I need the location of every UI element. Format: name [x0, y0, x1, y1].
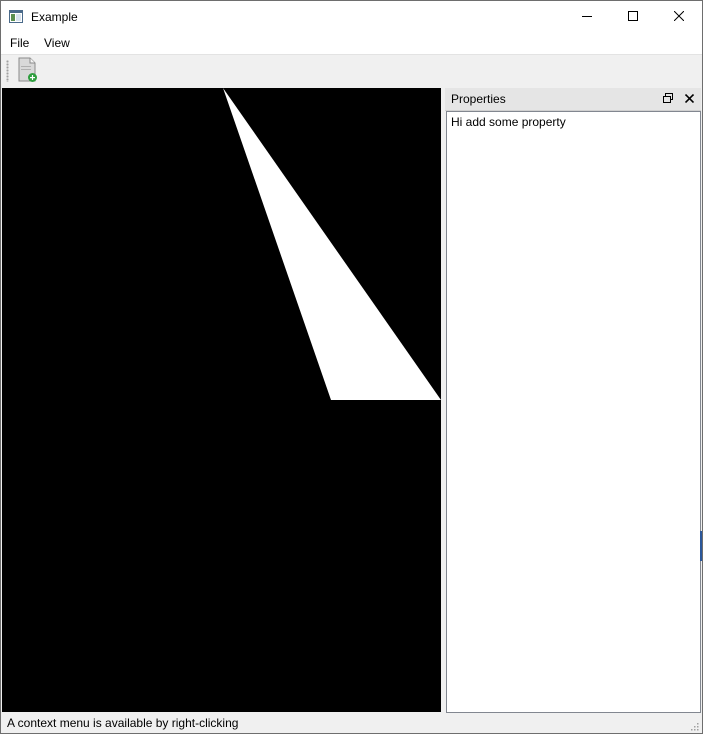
maximize-icon	[628, 10, 638, 24]
dock-title: Properties	[451, 92, 506, 106]
menu-bar: File View	[1, 33, 702, 54]
properties-text: Hi add some property	[451, 115, 566, 129]
drawing-canvas[interactable]	[2, 88, 441, 712]
title-bar[interactable]: Example	[1, 1, 702, 33]
app-window-icon	[9, 10, 23, 23]
window-edge-highlight	[700, 531, 702, 561]
status-bar: A context menu is available by right-cli…	[1, 713, 702, 733]
minimize-button[interactable]	[564, 1, 610, 33]
minimize-icon	[582, 10, 592, 24]
close-icon	[673, 10, 685, 24]
dock-float-button[interactable]	[661, 92, 675, 106]
menu-file[interactable]: File	[8, 36, 31, 50]
maximize-button[interactable]	[610, 1, 656, 33]
white-triangle-shape	[223, 88, 441, 400]
float-icon	[663, 92, 673, 106]
main-window: Example File View Properties Hi add some…	[0, 0, 703, 734]
status-message: A context menu is available by right-cli…	[7, 716, 239, 730]
properties-dock: Properties Hi add some property	[445, 88, 701, 713]
menu-view[interactable]: View	[42, 36, 72, 50]
size-grip-icon[interactable]	[689, 720, 699, 731]
close-window-button[interactable]	[656, 1, 702, 33]
new-document-button[interactable]	[13, 57, 41, 85]
dock-close-button[interactable]	[682, 92, 696, 106]
toolbar	[1, 54, 702, 88]
properties-panel[interactable]: Hi add some property	[446, 111, 701, 713]
window-title: Example	[31, 10, 78, 24]
canvas-drawing	[223, 88, 441, 400]
close-icon	[684, 92, 694, 106]
toolbar-drag-handle[interactable]	[6, 60, 9, 82]
dock-title-bar[interactable]: Properties	[445, 88, 701, 111]
new-document-icon	[15, 57, 39, 86]
